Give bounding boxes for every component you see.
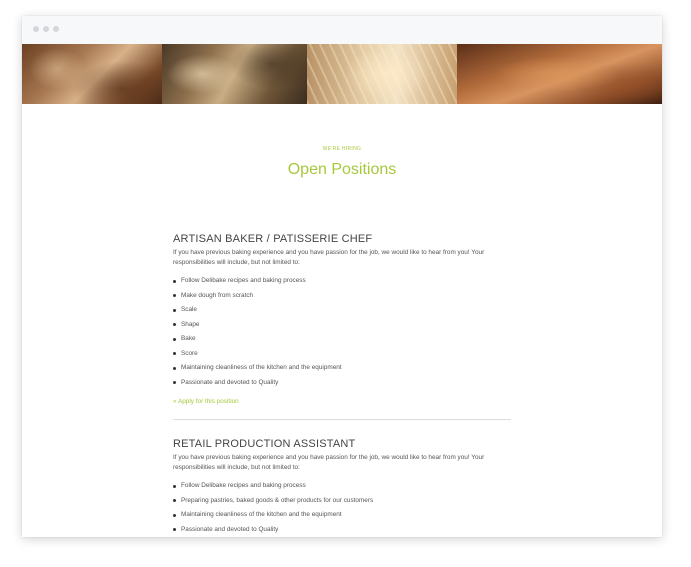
list-item: Follow Delibake recipes and baking proce… bbox=[173, 479, 511, 494]
bullet-icon bbox=[173, 528, 176, 531]
list-item: Passionate and devoted to Quality bbox=[173, 376, 511, 391]
position-card: RETAIL PRODUCTION ASSISTANT If you have … bbox=[173, 437, 511, 537]
position-description: If you have previous baking experience a… bbox=[173, 249, 485, 266]
position-title: RETAIL PRODUCTION ASSISTANT bbox=[173, 438, 356, 450]
requirement-text: Make dough from scratch bbox=[181, 291, 254, 299]
window-dot-icon[interactable] bbox=[33, 26, 39, 32]
requirement-text: Score bbox=[181, 349, 198, 357]
main-content: WE'RE HIRING Open Positions ARTISAN BAKE… bbox=[22, 146, 662, 537]
bread-photo-1 bbox=[22, 44, 162, 104]
section-divider bbox=[173, 419, 511, 420]
list-item: Shape bbox=[173, 318, 511, 333]
requirement-text: Passionate and devoted to Quality bbox=[181, 378, 279, 386]
requirement-text: Preparing pastries, baked goods & other … bbox=[181, 496, 374, 504]
bullet-icon bbox=[173, 337, 176, 341]
list-item: Maintaining cleanliness of the kitchen a… bbox=[173, 508, 511, 523]
list-item: Make dough from scratch bbox=[173, 289, 511, 304]
requirements-list: Follow Delibake recipes and baking proce… bbox=[173, 274, 511, 390]
browser-window: WE'RE HIRING Open Positions ARTISAN BAKE… bbox=[22, 16, 662, 537]
apply-position-link[interactable]: » Apply for this position bbox=[173, 397, 239, 407]
requirement-text: Passionate and devoted to Quality bbox=[181, 525, 279, 533]
hero-banner bbox=[22, 44, 662, 104]
position-title: ARTISAN BAKER / PATISSERIE CHEF bbox=[173, 233, 373, 245]
wheat-photo bbox=[307, 44, 457, 104]
bullet-icon bbox=[173, 352, 176, 355]
page-title: Open Positions bbox=[287, 161, 397, 178]
list-item: Follow Delibake recipes and baking proce… bbox=[173, 274, 511, 289]
bullet-icon bbox=[173, 308, 176, 312]
bullet-icon bbox=[173, 513, 176, 517]
bullet-icon bbox=[173, 484, 176, 488]
window-controls bbox=[33, 26, 59, 32]
list-item: Bake bbox=[173, 332, 511, 347]
window-dot-icon[interactable] bbox=[43, 26, 49, 32]
list-item: Passionate and devoted to Quality bbox=[173, 523, 511, 538]
bullet-icon bbox=[173, 499, 176, 502]
window-titlebar bbox=[22, 16, 662, 44]
window-dot-icon[interactable] bbox=[53, 26, 59, 32]
list-item: Score bbox=[173, 347, 511, 362]
list-item: Maintaining cleanliness of the kitchen a… bbox=[173, 361, 511, 376]
requirement-text: Scale bbox=[181, 306, 197, 313]
position-card: ARTISAN BAKER / PATISSERIE CHEF If you h… bbox=[173, 232, 511, 408]
requirement-text: Shape bbox=[181, 320, 200, 328]
bullet-icon bbox=[173, 366, 176, 370]
bullet-icon bbox=[173, 323, 176, 326]
requirement-text: Maintaining cleanliness of the kitchen a… bbox=[181, 364, 342, 371]
position-description: If you have previous baking experience a… bbox=[173, 454, 485, 471]
requirement-text: Bake bbox=[181, 335, 196, 342]
list-item: Preparing pastries, baked goods & other … bbox=[173, 494, 511, 509]
bread-photo-3 bbox=[457, 44, 662, 104]
hiring-eyebrow: WE'RE HIRING bbox=[322, 146, 362, 152]
list-item: Scale bbox=[173, 303, 511, 318]
requirement-text: Maintaining cleanliness of the kitchen a… bbox=[181, 511, 342, 518]
bullet-icon bbox=[173, 279, 176, 283]
bullet-icon bbox=[173, 381, 176, 384]
requirements-list: Follow Delibake recipes and baking proce… bbox=[173, 479, 511, 537]
bread-photo-2 bbox=[162, 44, 307, 104]
requirement-text: Follow Delibake recipes and baking proce… bbox=[181, 482, 306, 489]
requirement-text: Follow Delibake recipes and baking proce… bbox=[181, 277, 306, 284]
bullet-icon bbox=[173, 294, 176, 297]
